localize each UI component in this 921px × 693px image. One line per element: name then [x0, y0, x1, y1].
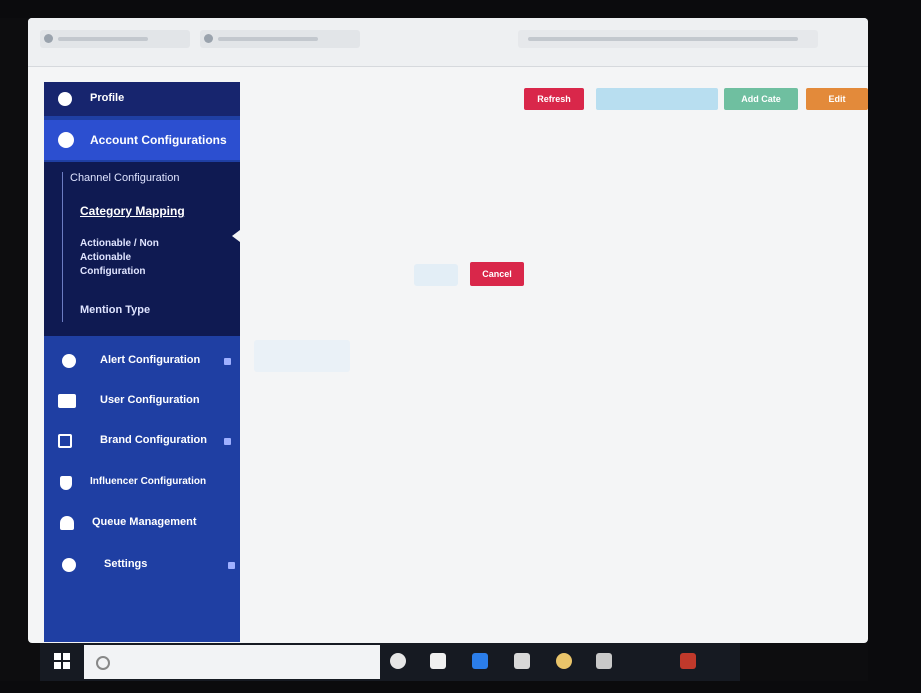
edit-button[interactable]: Edit — [806, 88, 868, 110]
edit-button-label: Edit — [828, 94, 846, 104]
photo-edge-right — [868, 18, 921, 693]
sidebar-item-account-configurations[interactable]: Account Configurations — [44, 120, 240, 160]
edge-browser-icon[interactable] — [472, 653, 488, 669]
submenu-actionable-line-1[interactable]: Actionable / Non — [80, 238, 159, 249]
photo-edge-top — [0, 0, 921, 18]
account-configurations-submenu: Channel Configuration Category Mapping A… — [44, 162, 240, 336]
sidebar-item-profile[interactable]: Profile — [44, 82, 240, 116]
add-category-button[interactable]: Add Cate — [724, 88, 798, 110]
cancel-button-label: Cancel — [482, 269, 512, 279]
app-icon[interactable] — [596, 653, 612, 669]
sidebar-item-alert-configuration[interactable]: Alert Configuration — [44, 344, 240, 378]
sidebar-item-label: Alert Configuration — [100, 354, 201, 366]
taskbar — [40, 643, 740, 681]
home-icon — [58, 434, 72, 448]
chrome-icon[interactable] — [556, 653, 572, 669]
expand-plus-icon — [224, 358, 231, 365]
sidebar-item-brand-configuration[interactable]: Brand Configuration — [44, 424, 240, 458]
browser-toolbar — [28, 18, 868, 67]
sidebar-item-user-configuration[interactable]: User Configuration — [44, 384, 240, 418]
sidebar-item-label: Profile — [90, 92, 125, 104]
tab-favicon-icon — [44, 34, 53, 43]
sidebar-item-label: Settings — [104, 558, 148, 570]
add-category-button-label: Add Cate — [741, 94, 781, 104]
shield-icon — [60, 476, 72, 490]
monitor-screen: Profile Account Configurations Channel C… — [28, 18, 868, 643]
refresh-button[interactable]: Refresh — [524, 88, 584, 110]
submenu-channel-configuration[interactable]: Channel Configuration — [70, 172, 179, 184]
refresh-button-label: Refresh — [537, 94, 571, 104]
submenu-actionable-line-2[interactable]: Actionable — [80, 252, 131, 263]
sidebar-item-queue-management[interactable]: Queue Management — [44, 506, 240, 540]
bell-icon — [60, 516, 74, 530]
tab-favicon-icon — [204, 34, 213, 43]
gear-icon — [62, 558, 76, 572]
expand-plus-icon — [224, 438, 231, 445]
store-icon[interactable] — [514, 653, 530, 669]
profile-icon — [58, 92, 72, 106]
windows-start-icon[interactable] — [54, 653, 70, 669]
task-view-icon[interactable] — [390, 653, 406, 669]
sidebar-item-label: Brand Configuration — [100, 434, 207, 446]
submenu-tree-line — [62, 172, 63, 322]
submenu-actionable-line-3[interactable]: Configuration — [80, 266, 146, 277]
browser-tab-2[interactable] — [200, 30, 360, 48]
powerpoint-icon[interactable] — [680, 653, 696, 669]
taskbar-search-input[interactable] — [84, 645, 380, 679]
sidebar-item-label: Queue Management — [92, 516, 197, 528]
clock-icon — [62, 354, 76, 368]
bookmark-bar[interactable] — [518, 30, 818, 48]
dialog-ok-button[interactable] — [414, 264, 458, 286]
cancel-button[interactable]: Cancel — [470, 262, 524, 286]
sidebar-item-influencer-configuration[interactable]: Influencer Configuration — [44, 466, 240, 500]
sidebar-item-label: Account Configurations — [90, 133, 227, 147]
photo-edge-bottom — [0, 681, 921, 693]
active-caret-icon — [232, 230, 240, 242]
bookmark-items-placeholder — [528, 37, 798, 41]
tab-title-placeholder — [218, 37, 318, 41]
tab-title-placeholder — [58, 37, 148, 41]
faded-input-field[interactable] — [254, 340, 350, 372]
search-icon — [96, 656, 110, 670]
sidebar-item-settings[interactable]: Settings — [44, 548, 240, 582]
user-card-icon — [58, 394, 76, 408]
sidebar-item-label: User Configuration — [100, 394, 200, 406]
account-icon — [58, 132, 74, 148]
toolbar-light-button[interactable] — [596, 88, 718, 110]
sidebar: Profile Account Configurations Channel C… — [44, 82, 240, 642]
browser-tab-1[interactable] — [40, 30, 190, 48]
submenu-category-mapping[interactable]: Category Mapping — [80, 204, 185, 218]
file-explorer-icon[interactable] — [430, 653, 446, 669]
sidebar-item-label: Influencer Configuration — [90, 476, 207, 487]
expand-plus-icon — [228, 562, 235, 569]
submenu-mention-type[interactable]: Mention Type — [80, 304, 150, 316]
